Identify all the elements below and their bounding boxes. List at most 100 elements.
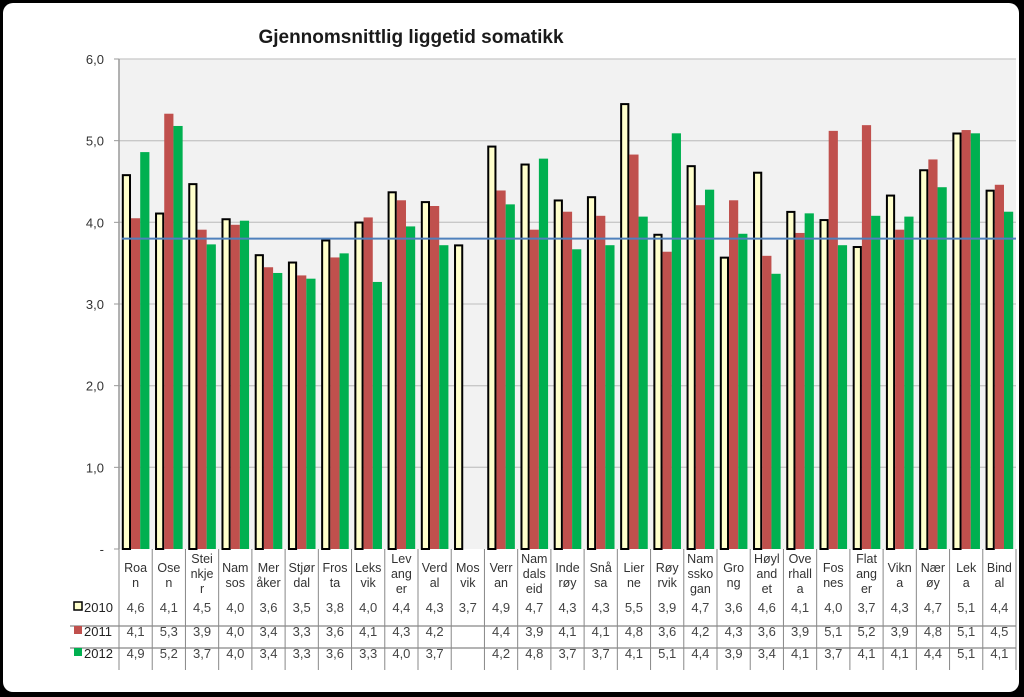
- bar-2012-steinkjer: [206, 244, 216, 549]
- table-cell: 5,1: [824, 624, 842, 639]
- category-label: Ose: [157, 561, 180, 575]
- category-label: a: [963, 576, 970, 590]
- bar-2010-lierne: [620, 103, 630, 550]
- table-cell: 5,1: [658, 646, 676, 661]
- table-cell: 4,1: [127, 624, 145, 639]
- table-cell: 3,9: [658, 600, 676, 615]
- bar-2011-verran: [496, 190, 506, 549]
- bar-2010-leka: [952, 132, 962, 550]
- bar-2011-fosnes: [828, 130, 838, 549]
- category-label: Fros: [322, 561, 347, 575]
- table-cell: 3,9: [891, 624, 909, 639]
- bar-2011-vikna: [895, 229, 905, 549]
- table-cell: 4,0: [226, 646, 244, 661]
- category-label: al: [995, 576, 1005, 590]
- category-label: sos: [226, 576, 245, 590]
- table-cell: 4,6: [758, 600, 776, 615]
- table-cell: 4,4: [990, 600, 1008, 615]
- table-cell: 3,3: [293, 646, 311, 661]
- bar-2012-stjørdal: [306, 278, 316, 549]
- category-label: Nam: [222, 561, 248, 575]
- bar-2010-snåsa: [586, 196, 597, 550]
- table-cell: 4,9: [127, 646, 145, 661]
- table-cell: 3,7: [558, 646, 576, 661]
- bar-2010-overhalla: [786, 210, 796, 550]
- table-cell: 3,7: [592, 646, 610, 661]
- table-cell: 3,4: [259, 624, 277, 639]
- table-cell: 4,7: [525, 600, 543, 615]
- chart-title: Gjennomsnittlig liggetid somatikk: [258, 27, 564, 48]
- table-cell: 5,2: [857, 624, 875, 639]
- bar-2011-lierne: [629, 154, 639, 550]
- bar-2011-snåsa: [596, 215, 606, 550]
- category-label: øy: [926, 576, 941, 590]
- table-cell: 3,8: [326, 600, 344, 615]
- category-label: Røy: [656, 561, 680, 575]
- table-cell: 4,1: [625, 646, 643, 661]
- bar-2010-inderøy: [553, 199, 563, 550]
- table-cell: 3,4: [758, 646, 776, 661]
- bar-2012-frosta: [339, 253, 349, 549]
- bar-2012-namsskogan: [704, 189, 715, 549]
- category-label: Verd: [422, 561, 448, 575]
- table-cell: 3,7: [824, 646, 842, 661]
- y-tick-label: 3,0: [86, 297, 104, 312]
- bar-2011-nærøy: [928, 159, 938, 549]
- bar-2010-nærøy: [919, 169, 929, 550]
- bar-2012-leka: [970, 133, 980, 550]
- bar-2010-fosnes: [819, 219, 829, 550]
- bar-2012-leksvik: [372, 281, 382, 549]
- bar-2011-verdal: [430, 206, 440, 549]
- table-cell: 4,4: [924, 646, 942, 661]
- y-tick-label: -: [100, 542, 104, 557]
- category-label: Bind: [987, 561, 1012, 575]
- category-label: er: [861, 582, 872, 596]
- table-cell: 4,3: [725, 624, 743, 639]
- bar-2010-meråker: [254, 254, 264, 551]
- bar-2010-namsos: [221, 218, 231, 550]
- category-label: Leks: [355, 561, 381, 575]
- bar-2012-osen: [173, 125, 183, 549]
- category-label: Snå: [590, 561, 612, 575]
- table-cell: 4,0: [824, 600, 842, 615]
- category-label: Nam: [687, 552, 713, 566]
- table-cell: 3,7: [193, 646, 211, 661]
- table-cell: 3,6: [326, 646, 344, 661]
- category-label: Mos: [456, 561, 480, 575]
- y-axis-ticks: - 1,0 2,0 3,0 4,0 5,0 6,0: [86, 52, 119, 557]
- table-cell: 4,8: [924, 624, 942, 639]
- table-cell: 4,1: [791, 646, 809, 661]
- category-label: ng: [727, 576, 741, 590]
- category-label: Inde: [555, 561, 579, 575]
- bar-2011-roan: [131, 218, 141, 549]
- legend-key-2010: [73, 601, 83, 611]
- bar-2012-roan: [140, 152, 150, 549]
- category-label: nes: [823, 576, 843, 590]
- category-label: Flat: [856, 552, 877, 566]
- bar-2011-inderøy: [562, 211, 573, 549]
- category-label: ssko: [688, 567, 714, 581]
- table-cell: 3,9: [525, 624, 543, 639]
- bar-2011-røyrvik: [662, 251, 672, 549]
- category-label: a: [797, 582, 804, 596]
- bar-2010-røyrvik: [653, 233, 663, 550]
- bar-2010-stjørdal: [287, 261, 298, 550]
- bar-2012-levanger: [405, 226, 416, 549]
- category-label: ta: [330, 576, 340, 590]
- table-cell: 3,5: [293, 600, 311, 615]
- category-label: Stjør: [289, 561, 315, 575]
- bar-2012-høylandet: [771, 273, 781, 549]
- table-cell: 4,3: [426, 600, 444, 615]
- category-label: Vikn: [888, 561, 912, 575]
- bar-2010-høylandet: [753, 171, 763, 550]
- category-label: ang: [856, 567, 877, 581]
- category-label: sa: [594, 576, 607, 590]
- category-label: vik: [460, 576, 476, 590]
- category-label: Nam: [521, 552, 547, 566]
- legend-key-2011: [74, 626, 82, 634]
- bar-2011-namdalseid: [529, 229, 539, 549]
- category-label: rvik: [657, 576, 677, 590]
- bar-2011-grong: [729, 200, 739, 550]
- table-cell: 4,8: [525, 646, 543, 661]
- y-tick-label: 2,0: [86, 379, 104, 394]
